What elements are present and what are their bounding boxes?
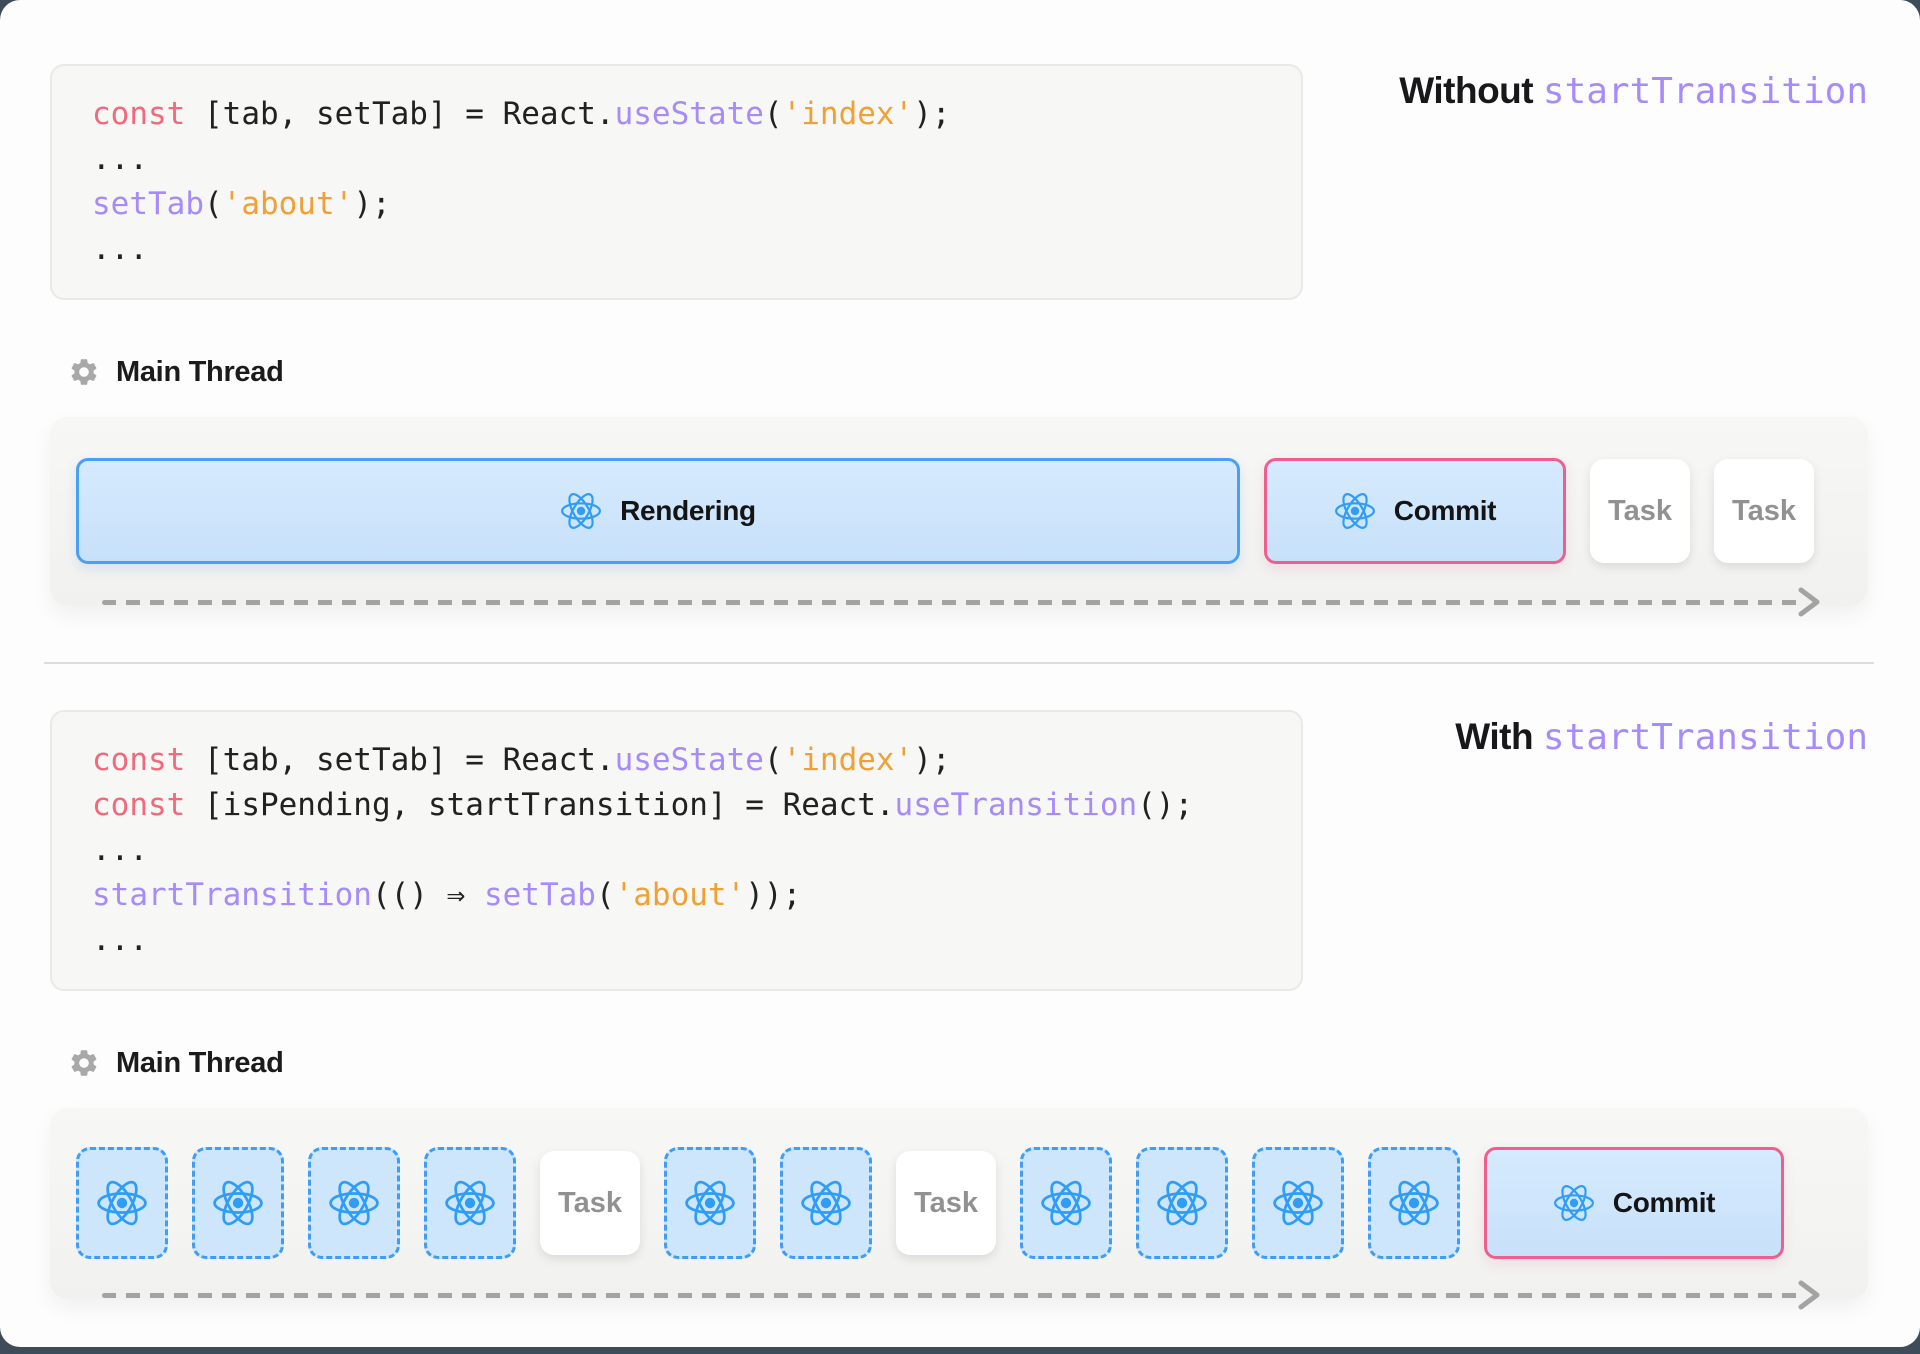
code-line: const [tab, setTab] = React.useState('in… [92, 738, 1261, 783]
react-icon [1156, 1177, 1208, 1229]
code-block-without: const [tab, setTab] = React.useState('in… [50, 64, 1303, 300]
code-line: const [isPending, startTransition] = Rea… [92, 783, 1261, 828]
react-icon [1553, 1182, 1595, 1224]
section-title-without: Without startTransition [1303, 70, 1868, 112]
rendering-label: Rendering [620, 495, 756, 527]
rendering-bar: Rendering [76, 458, 1240, 564]
commit-box: Commit [1484, 1147, 1784, 1259]
react-icon [96, 1177, 148, 1229]
code-line: startTransition(() ⇒ setTab('about')); [92, 873, 1261, 918]
task-label: Task [1608, 495, 1672, 528]
title-code: startTransition [1543, 71, 1868, 112]
task-box: Task [1714, 459, 1814, 563]
title-code: startTransition [1543, 717, 1868, 758]
main-thread-text: Main Thread [116, 356, 284, 389]
code-line: const [tab, setTab] = React.useState('in… [92, 92, 1261, 137]
task-box: Task [540, 1151, 640, 1255]
task-label: Task [558, 1187, 622, 1220]
section-divider [44, 662, 1874, 664]
code-line: ... [92, 918, 1261, 963]
react-icon [1040, 1177, 1092, 1229]
react-icon [444, 1177, 496, 1229]
main-thread-track-without: Rendering Commit Task Task [50, 416, 1868, 606]
react-render-box [192, 1147, 284, 1259]
task-label: Task [1732, 495, 1796, 528]
react-render-box [664, 1147, 756, 1259]
section-with: const [tab, setTab] = React.useState('in… [50, 710, 1868, 1299]
title-text: Without [1399, 70, 1533, 111]
gear-icon [68, 356, 100, 388]
commit-label: Commit [1394, 495, 1496, 527]
code-line: setTab('about'); [92, 182, 1261, 227]
react-icon [1272, 1177, 1324, 1229]
react-render-box [1136, 1147, 1228, 1259]
code-line: ... [92, 828, 1261, 873]
timeline-arrow [102, 1278, 1822, 1312]
react-icon [1388, 1177, 1440, 1229]
timeline-dash-line [102, 600, 1802, 605]
arrow-head-icon [1796, 585, 1822, 619]
main-thread-label: Main Thread [68, 354, 1868, 390]
react-icon [560, 490, 602, 532]
react-render-box [76, 1147, 168, 1259]
title-text: With [1455, 716, 1533, 757]
main-thread-track-with: Task Task [50, 1107, 1868, 1299]
task-box: Task [1590, 459, 1690, 563]
react-render-box [1252, 1147, 1344, 1259]
commit-label: Commit [1613, 1187, 1715, 1219]
timeline-arrow [102, 585, 1822, 619]
react-render-box [424, 1147, 516, 1259]
task-label: Task [914, 1187, 978, 1220]
commit-box: Commit [1264, 458, 1566, 564]
react-icon [684, 1177, 736, 1229]
task-box: Task [896, 1151, 996, 1255]
main-thread-label: Main Thread [68, 1045, 1868, 1081]
arrow-head-icon [1796, 1278, 1822, 1312]
react-icon [328, 1177, 380, 1229]
section-without: const [tab, setTab] = React.useState('in… [50, 64, 1868, 606]
timeline-dash-line [102, 1293, 1802, 1298]
react-render-box [1020, 1147, 1112, 1259]
react-render-box [1368, 1147, 1460, 1259]
diagram-card: const [tab, setTab] = React.useState('in… [0, 0, 1920, 1347]
main-thread-text: Main Thread [116, 1047, 284, 1080]
react-icon [800, 1177, 852, 1229]
react-render-box [780, 1147, 872, 1259]
gear-icon [68, 1047, 100, 1079]
section-title-with: With startTransition [1303, 716, 1868, 758]
react-icon [1334, 490, 1376, 532]
code-line: ... [92, 137, 1261, 182]
react-render-box [308, 1147, 400, 1259]
code-line: ... [92, 227, 1261, 272]
code-block-with: const [tab, setTab] = React.useState('in… [50, 710, 1303, 991]
react-icon [212, 1177, 264, 1229]
